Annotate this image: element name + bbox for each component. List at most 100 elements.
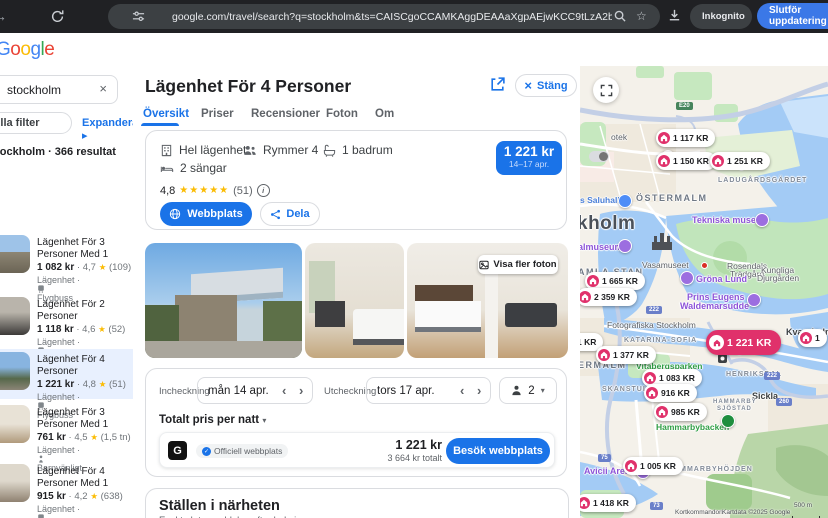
nationalmuseum-icon[interactable]: [618, 239, 632, 253]
map-label: Fotografiska Stockholm: [607, 320, 696, 330]
checkout-next-icon[interactable]: ›: [477, 383, 481, 398]
lodging-pin-icon: [656, 406, 668, 418]
checkout-field[interactable]: tors 17 apr. ‹ ›: [366, 377, 491, 404]
reload-icon[interactable]: [50, 9, 65, 24]
info-icon[interactable]: i: [257, 184, 270, 197]
map-price-pin[interactable]: 1: [798, 329, 827, 347]
road-shield: E20: [676, 102, 693, 110]
official-site-badge: ✓ Officiell webbplats: [196, 444, 288, 458]
listing-thumbnail: [0, 297, 30, 335]
property-detail-panel: Lägenhet För 4 Personer ×Stäng Översikt …: [133, 66, 580, 518]
rating-row: 4,8 ★★★★★ (51) i: [160, 184, 270, 197]
lodging-pin-icon: [800, 332, 812, 344]
map-price-pin[interactable]: 985 KR: [654, 403, 707, 421]
photo-exterior-stone-base: [175, 295, 237, 343]
saluhall-icon[interactable]: [618, 194, 632, 208]
all-filters-chip[interactable]: Alla filter: [0, 112, 72, 134]
map-price-pin[interactable]: 1 418 KR: [580, 494, 636, 512]
guests-count: 2: [528, 385, 534, 397]
checkin-prev-icon[interactable]: ‹: [282, 383, 286, 398]
checkin-next-icon[interactable]: ›: [299, 383, 303, 398]
rating-count: (51): [233, 185, 253, 197]
checkout-prev-icon[interactable]: ‹: [460, 383, 464, 398]
road-shield: 222: [646, 306, 662, 314]
photo-exterior[interactable]: [145, 243, 302, 358]
tab-about[interactable]: Om: [375, 108, 394, 120]
map-price-pin[interactable]: 1 377 KR: [596, 346, 656, 364]
map-price-pin[interactable]: 1 005 KR: [623, 457, 683, 475]
share-button[interactable]: Dela: [260, 202, 320, 226]
listing-item[interactable]: Lägenhet För 3 Personer Med 1 Sovrum761 …: [0, 402, 133, 458]
price-badge[interactable]: 1 221 kr 14–17 apr.: [496, 141, 562, 175]
listing-price-line: 1 082 kr · 4,7 ★ (109): [37, 262, 129, 273]
guests-caret-icon: ▾: [541, 386, 545, 395]
photo-interior-dining[interactable]: [305, 243, 404, 358]
price-mode-dropdown[interactable]: Totalt pris per natt ▾: [159, 414, 266, 426]
travel-time-toggle[interactable]: [589, 151, 609, 162]
checkout-value: tors 17 apr.: [377, 385, 435, 397]
bookmark-star-icon[interactable]: ☆: [636, 9, 647, 23]
clear-search-icon[interactable]: ×: [99, 81, 107, 96]
map-price-pin[interactable]: 2 359 KR: [580, 288, 637, 306]
search-input[interactable]: stockholm ×: [0, 75, 118, 104]
property-title: Lägenhet För 4 Personer: [145, 76, 351, 97]
listing-text: Lägenhet För 3 Personer Med 1 Sovrum761 …: [37, 405, 129, 458]
listing-item[interactable]: Lägenhet För 3 Personer Med 1 Sovrum1 08…: [0, 232, 133, 288]
open-in-new-icon[interactable]: [489, 76, 506, 93]
download-icon[interactable]: [667, 8, 682, 23]
url-bar[interactable]: google.com/travel/search?q=stockholm&ts=…: [108, 4, 660, 29]
offer-total: 3 664 kr totalt: [387, 453, 442, 463]
lodging-pin-icon: [646, 387, 658, 399]
waldemarsudde-icon[interactable]: [747, 293, 761, 307]
tab-reviews[interactable]: Recensioner: [251, 108, 320, 120]
fact-sleeps: Rymmer 4: [243, 143, 318, 157]
grona-lund-icon[interactable]: [680, 271, 694, 285]
search-icon[interactable]: [614, 10, 626, 22]
map-price-pin-selected[interactable]: 1 221 KR: [706, 330, 781, 355]
map-label: Djurgården: [757, 273, 799, 283]
nearby-section: Ställen i närheten Exakt plats meddelas …: [145, 488, 569, 518]
map-label: ÖSTERMALM: [636, 193, 708, 203]
more-photos-button[interactable]: Visa fler foton: [478, 255, 558, 274]
map-price-pin[interactable]: 1 117 KR: [656, 129, 715, 147]
lodging-pin-icon: [587, 275, 599, 287]
website-button[interactable]: Webbplats: [160, 202, 252, 226]
verified-check-icon: ✓: [202, 447, 211, 456]
photo-dining-chairs: [315, 301, 345, 327]
tab-overview[interactable]: Översikt: [143, 108, 189, 120]
tab-photos[interactable]: Foton: [326, 108, 358, 120]
lodging-pin-icon: [580, 291, 591, 303]
forward-arrow-icon[interactable]: →: [0, 8, 7, 24]
map-price-pin[interactable]: 916 KR: [644, 384, 697, 402]
listing-thumbnail: [0, 464, 30, 502]
photo-exterior-road: [145, 341, 302, 358]
listing-item[interactable]: Lägenhet För 4 Personer1 221 kr · 4,8 ★ …: [0, 349, 133, 399]
listing-item[interactable]: Lägenhet För 2 Personer1 118 kr · 4,6 ★ …: [0, 294, 133, 350]
offer-price: 1 221 kr: [395, 438, 442, 452]
bathtub-icon: [323, 144, 336, 157]
listing-text: Lägenhet För 4 Personer1 221 kr · 4,8 ★ …: [37, 352, 129, 399]
checkin-field[interactable]: mån 14 apr. ‹ ›: [197, 377, 313, 404]
listing-item[interactable]: Lägenhet För 4 Personer Med 1 Sovrum915 …: [0, 461, 133, 517]
listing-thumbnail: [0, 235, 30, 273]
update-chrome-button[interactable]: Slutför uppdatering: [757, 3, 828, 29]
hammarbybacken-icon[interactable]: [721, 414, 735, 428]
google-logo[interactable]: Google: [0, 39, 54, 61]
expand-link[interactable]: Expandera ▸: [82, 117, 134, 142]
apartment-icon: [160, 144, 173, 157]
keyboard-shortcuts-link[interactable]: Kortkommandon: [675, 509, 723, 516]
map-fullscreen-button[interactable]: [593, 77, 619, 103]
map-price-pin[interactable]: 1 150 KR: [656, 152, 716, 170]
tab-prices[interactable]: Priser: [201, 108, 234, 120]
close-button[interactable]: ×Stäng: [515, 74, 577, 97]
active-tab-indicator: [141, 123, 179, 126]
url-text[interactable]: google.com/travel/search?q=stockholm&ts=…: [172, 11, 612, 23]
guests-selector[interactable]: 2 ▾: [499, 377, 557, 404]
map-price-pin[interactable]: 1 251 KR: [710, 152, 770, 170]
map[interactable]: 1 117 KR1 150 KR1 251 KR1 665 KR2 359 KR…: [580, 66, 828, 518]
lodging-pin-icon: [580, 497, 590, 509]
map-label: otek: [611, 132, 627, 142]
tekniska-museet-icon[interactable]: [755, 213, 769, 227]
tune-icon[interactable]: [132, 10, 145, 23]
visit-website-button[interactable]: Besök webbplats: [446, 438, 550, 464]
